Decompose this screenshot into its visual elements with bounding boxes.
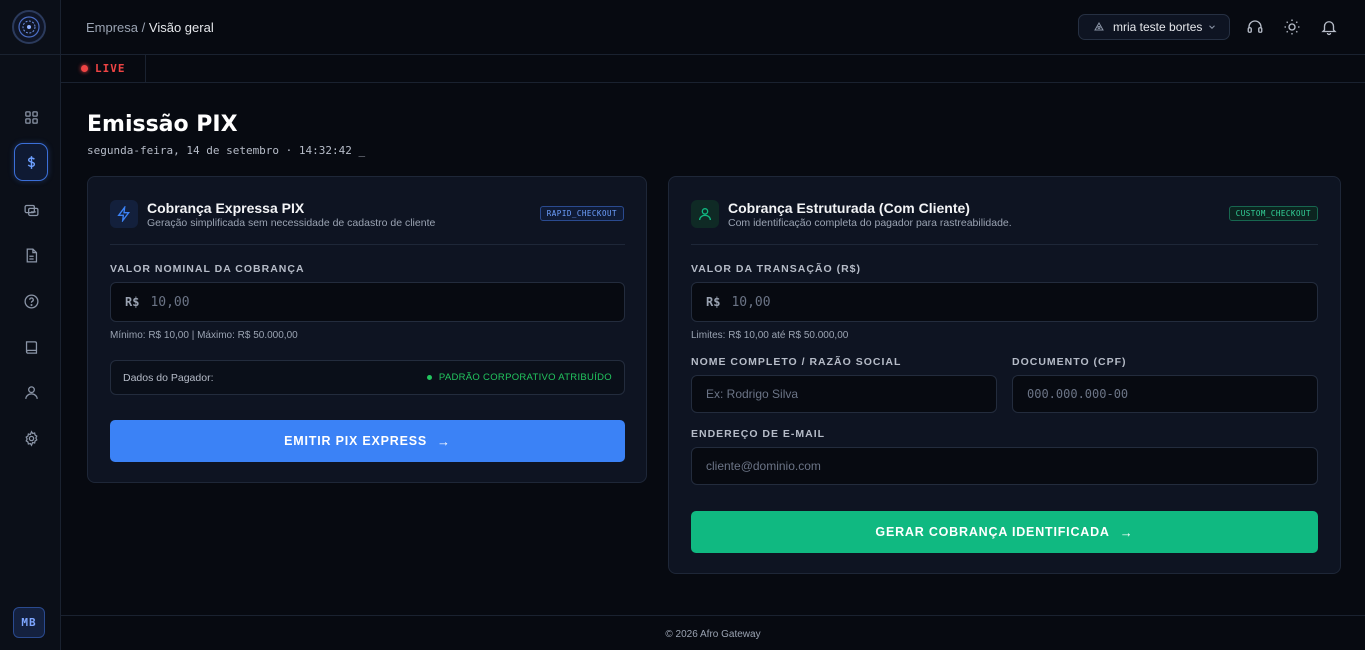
generate-identified-charge-button[interactable]: GERAR COBRANÇA IDENTIFICADA → [691,511,1318,553]
sidebar: MB [0,0,61,650]
currency-prefix: R$ [125,295,140,309]
nav-documents[interactable] [14,236,48,274]
cards-icon [23,204,39,216]
email-input[interactable] [706,459,1195,473]
payer-label: Dados do Pagador: [123,372,214,384]
payer-status-text: PADRÃO CORPORATIVO ATRIBUÍDO [438,372,612,383]
book-icon [25,340,37,354]
nav-transfers[interactable] [14,191,48,229]
generate-identified-charge-label: GERAR COBRANÇA IDENTIFICADA [875,525,1110,539]
emit-pix-express-button[interactable]: EMITIR PIX EXPRESS → [110,420,625,462]
structured-amount-label: VALOR DA TRANSAÇÃO (R$) [691,263,861,275]
document-field[interactable] [1012,375,1318,413]
emit-pix-express-label: EMITIR PIX EXPRESS [284,434,428,448]
user-selector[interactable]: mria teste bortes [1078,14,1230,40]
page-title: Emissão PIX [87,112,238,137]
express-card-icon-box [110,200,138,228]
custom-checkout-tag: CUSTOM_CHECKOUT [1228,206,1318,221]
bell-icon[interactable] [1320,18,1338,36]
document-label: DOCUMENTO (CPF) [1012,356,1127,368]
footer: © 2026 Afro Gateway [61,615,1365,650]
document-input[interactable] [1027,387,1259,401]
payer-status: PADRÃO CORPORATIVO ATRIBUÍDO [426,372,612,383]
email-label: ENDEREÇO DE E-MAIL [691,428,826,440]
payer-info-box: Dados do Pagador: PADRÃO CORPORATIVO ATR… [110,360,625,395]
top-header: Empresa / Visão geral mria teste bortes [61,0,1365,55]
arrow-right-icon: → [437,433,451,449]
express-card-subtitle: Geração simplificada sem necessidade de … [147,217,436,229]
express-card-title: Cobrança Expressa PIX [147,200,305,216]
email-field[interactable] [691,447,1318,485]
card-divider [110,244,625,245]
card-divider [691,244,1318,245]
lightning-icon [117,206,130,222]
express-amount-hint: Mínimo: R$ 10,00 | Máximo: R$ 50.000,00 [110,330,298,341]
name-field[interactable] [691,375,997,413]
sun-icon[interactable] [1283,18,1301,36]
footer-copyright: © 2026 Afro Gateway [665,629,761,640]
user-icon [24,385,38,399]
live-dot-icon [81,65,88,72]
breadcrumb-separator: / [141,20,146,35]
page-datetime: segunda-feira, 14 de setembro · 14:32:42… [87,144,366,157]
structured-card-icon-box [691,200,719,228]
live-indicator: LIVE [61,55,146,82]
structured-amount-input[interactable] [731,294,1221,310]
live-bar: LIVE [61,55,1365,83]
currency-prefix: R$ [706,295,721,309]
gear-icon [24,429,38,447]
avatar[interactable]: MB [13,607,45,638]
help-circle-icon [23,293,39,309]
live-label: LIVE [95,62,126,75]
name-input[interactable] [706,387,938,401]
nav-docs-book[interactable] [14,328,48,366]
arrow-right-icon: → [1119,524,1134,540]
logo-icon [18,16,40,38]
user-name: mria teste bortes [1113,20,1203,34]
headset-icon[interactable] [1246,18,1264,36]
grid-icon [24,110,38,124]
dollar-icon [27,155,35,169]
sidebar-divider [0,54,61,55]
breadcrumb: Empresa / Visão geral [86,20,214,35]
status-dot-icon [426,375,432,380]
express-amount-input[interactable] [150,294,550,310]
name-label: NOME COMPLETO / RAZÃO SOCIAL [691,356,902,368]
nav-pix[interactable] [14,143,48,181]
structured-amount-hint: Limites: R$ 10,00 até R$ 50.000,00 [691,330,849,341]
express-charge-card: Cobrança Expressa PIX Geração simplifica… [87,176,647,483]
brand-logo[interactable] [12,10,46,44]
chevron-down-icon [1209,25,1215,29]
nav-dashboard[interactable] [14,98,48,136]
breadcrumb-parent[interactable]: Empresa [86,20,138,35]
express-amount-label: VALOR NOMINAL DA COBRANÇA [110,263,305,275]
file-icon [26,247,37,263]
structured-card-subtitle: Com identificação completa do pagador pa… [728,217,1012,229]
express-amount-field[interactable]: R$ [110,282,625,322]
nav-profile[interactable] [14,373,48,411]
structured-amount-field[interactable]: R$ [691,282,1318,322]
nav-help[interactable] [14,282,48,320]
structured-charge-card: Cobrança Estruturada (Com Cliente) Com i… [668,176,1341,574]
breadcrumb-current: Visão geral [148,20,214,35]
rapid-checkout-tag: RAPID_CHECKOUT [539,206,624,221]
structured-card-title: Cobrança Estruturada (Com Cliente) [728,200,970,216]
user-icon [699,208,711,221]
nav-settings[interactable] [14,419,48,457]
user-badge-icon [1094,21,1104,31]
